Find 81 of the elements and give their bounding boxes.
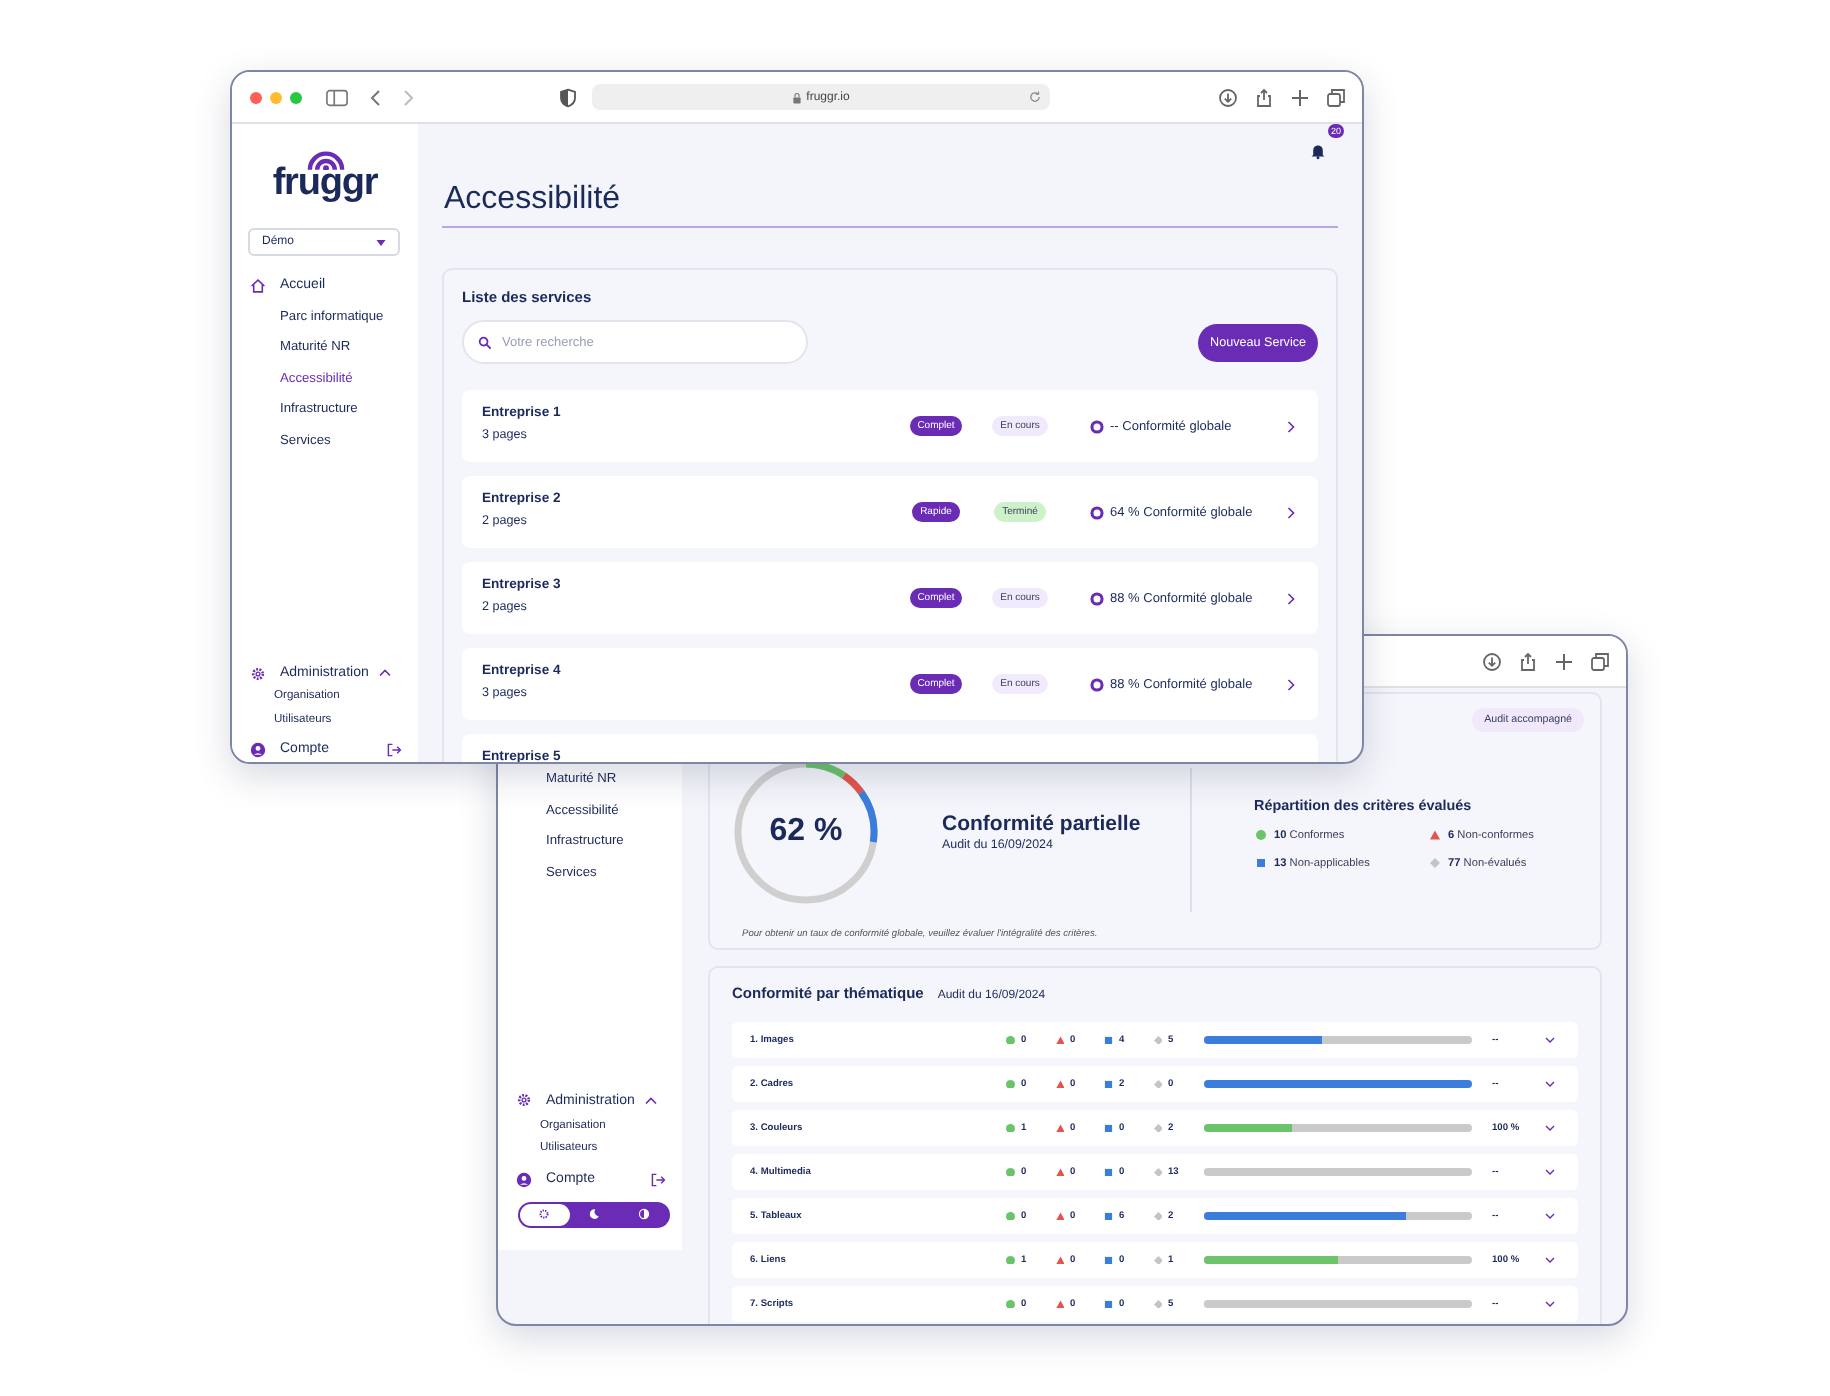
gear-icon [250, 665, 266, 682]
ring-icon [1090, 677, 1104, 691]
chevron-right-icon[interactable] [1285, 505, 1295, 519]
signal-arcs-icon [303, 146, 347, 170]
tabs-icon[interactable] [1326, 87, 1346, 107]
logout-icon[interactable] [386, 741, 402, 758]
triangle-icon [1430, 830, 1440, 840]
dot-icon [1006, 1123, 1015, 1133]
diamond-icon [1153, 1167, 1162, 1177]
reload-icon[interactable] [1028, 90, 1042, 104]
triangle-icon [1055, 1035, 1064, 1045]
shield-icon[interactable] [558, 87, 578, 107]
sidebar-icon[interactable] [326, 87, 348, 107]
dot-icon [1006, 1167, 1015, 1177]
square-icon [1104, 1211, 1113, 1221]
ring-icon [1090, 505, 1104, 519]
search-icon [478, 335, 492, 349]
chevron-right-icon[interactable] [1285, 419, 1295, 433]
triangle-icon [1055, 1123, 1064, 1133]
dot-icon [1006, 1255, 1015, 1265]
dot-icon [1006, 1299, 1015, 1309]
diamond-icon [1153, 1299, 1162, 1309]
ring-icon [1090, 591, 1104, 605]
triangle-icon [1055, 1167, 1064, 1177]
verdict-title: Conformité partielle [942, 812, 1143, 836]
moon-icon [588, 1208, 600, 1221]
chevron-down-icon[interactable] [1544, 1036, 1556, 1044]
ring-icon [1090, 419, 1104, 433]
caret-icon[interactable] [378, 668, 393, 679]
plus-icon[interactable] [1290, 87, 1310, 107]
square-icon [1256, 858, 1266, 868]
share-icon[interactable] [1254, 87, 1274, 107]
triangle-icon [1055, 1299, 1064, 1309]
download-icon[interactable] [1482, 651, 1502, 671]
dot-icon [1006, 1079, 1015, 1089]
caret-icon[interactable] [644, 1095, 659, 1106]
triangle-icon [1055, 1255, 1064, 1265]
theme-option[interactable] [520, 1203, 570, 1226]
square-icon [1104, 1079, 1113, 1089]
dot-icon [1256, 830, 1266, 840]
square-icon [1104, 1255, 1113, 1265]
contrast-icon [637, 1208, 650, 1221]
share-icon[interactable] [1518, 651, 1538, 671]
chevron-down-icon[interactable] [1544, 1212, 1556, 1220]
gear-icon [516, 1092, 532, 1109]
chevron-right-icon[interactable] [1285, 591, 1295, 605]
chevron-down-icon[interactable] [1544, 1300, 1556, 1308]
page-title: Accessibilité [442, 180, 1338, 228]
home-icon [250, 277, 266, 294]
caret-icon [376, 239, 386, 246]
logo: fruggr [272, 164, 378, 204]
score-value: 62 % [769, 814, 843, 850]
chevron-right-icon[interactable] [1285, 677, 1295, 691]
square-icon [1104, 1123, 1113, 1133]
plus-icon[interactable] [1554, 651, 1574, 671]
triangle-icon [1055, 1079, 1064, 1089]
diamond-icon [1153, 1211, 1162, 1221]
logout-icon[interactable] [650, 1171, 666, 1188]
tabs-icon[interactable] [1590, 651, 1610, 671]
chevron-down-icon[interactable] [1544, 1168, 1556, 1176]
diamond-icon [1153, 1255, 1162, 1265]
bell-icon[interactable] [1310, 142, 1326, 160]
square-icon [1104, 1035, 1113, 1045]
download-icon[interactable] [1218, 87, 1238, 107]
triangle-icon [1055, 1211, 1064, 1221]
dot-icon [1006, 1211, 1015, 1221]
gear-icon [538, 1208, 551, 1221]
diamond-icon [1430, 858, 1440, 868]
chevron-down-icon[interactable] [1544, 1080, 1556, 1088]
user-icon [516, 1171, 532, 1188]
chevron-down-icon[interactable] [1544, 1256, 1556, 1264]
diamond-icon [1153, 1079, 1162, 1089]
square-icon [1104, 1299, 1113, 1309]
diamond-icon [1153, 1035, 1162, 1045]
back-icon[interactable] [366, 87, 386, 107]
chevron-down-icon[interactable] [1544, 1124, 1556, 1132]
lock-icon [792, 91, 803, 103]
square-icon [1104, 1167, 1113, 1177]
dot-icon [1006, 1035, 1015, 1045]
diamond-icon [1153, 1123, 1162, 1133]
close-button[interactable] [250, 91, 262, 103]
